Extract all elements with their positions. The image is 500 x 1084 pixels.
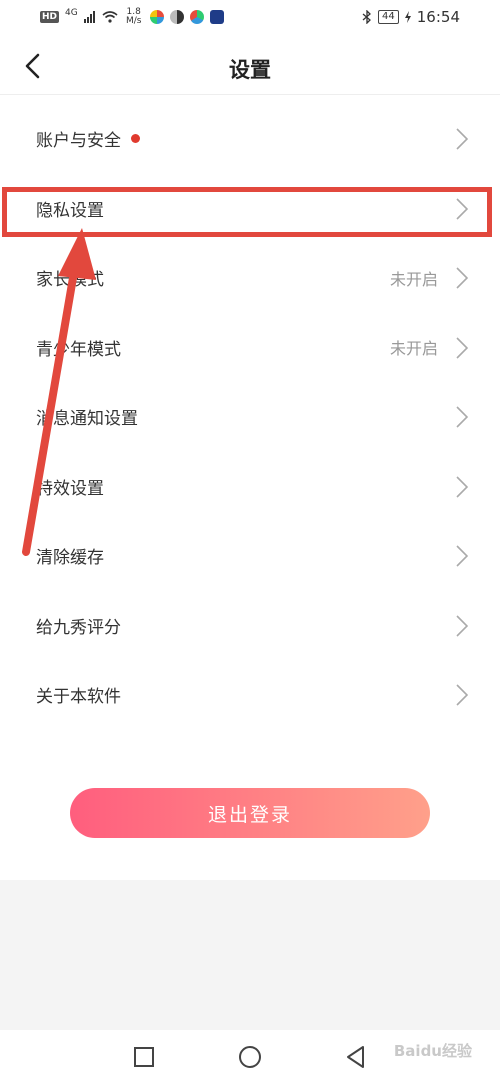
settings-item-label: 给九秀评分 [36,617,121,638]
status-left: HD 4G 1.8 M/s [40,8,224,26]
network-type: 4G [65,8,78,18]
chevron-right-icon [456,267,468,289]
page-title: 设置 [229,58,271,82]
settings-item-account-security[interactable]: 账户与安全 [0,104,500,174]
settings-item-label: 隐私设置 [36,200,104,221]
settings-item-label: 特效设置 [36,478,104,499]
settings-item-label: 关于本软件 [36,687,121,708]
settings-item-about[interactable]: 关于本软件 [0,660,500,730]
chevron-right-icon [456,475,468,498]
settings-item-status: 未开启 [389,269,438,289]
battery-level: 44 [378,10,399,24]
chevron-right-icon [456,406,468,428]
bluetooth-icon [362,10,371,24]
settings-item-status: 未开启 [389,339,438,359]
chevron-right-icon [456,684,468,706]
chevron-right-icon [456,336,468,359]
notification-dot [131,134,140,144]
settings-item-notifications[interactable]: 消息通知设置 [0,382,500,452]
chevron-right-icon [456,197,468,220]
settings-item-parent-mode[interactable]: 家长模式 未开启 [0,243,500,313]
settings-list: 账户与安全 隐私设置 家长模式 未开启 青少年模式 未开启 消息通知设置 特效设… [0,104,500,730]
app-notification-icon [189,10,204,24]
settings-item-label: 清除缓存 [36,548,104,569]
back-nav-icon[interactable] [343,1044,369,1070]
speed-unit: M/s [125,16,142,26]
app-notification-icon [149,10,164,24]
settings-item-label: 青少年模式 [36,339,121,360]
settings-item-rate-app[interactable]: 给九秀评分 [0,591,500,661]
signal-icon [83,11,95,23]
settings-item-youth-mode[interactable]: 青少年模式 未开启 [0,313,500,383]
nav-header: 设置 [0,38,500,95]
chevron-right-icon [456,128,468,150]
wifi-icon [102,11,118,23]
status-bar: HD 4G 1.8 M/s 44 16:54 [0,0,500,38]
logout-button[interactable]: 退出登录 [70,788,430,838]
settings-item-privacy[interactable]: 隐私设置 [0,174,500,244]
recent-apps-icon[interactable] [131,1044,157,1070]
app-notification-icon [209,10,224,24]
settings-item-label: 账户与安全 [36,131,121,152]
chevron-right-icon [456,545,468,567]
watermark: Baidu经验 [393,1042,472,1060]
charging-icon [404,11,411,23]
status-right: 44 16:54 [362,8,460,26]
network-speed: 1.8 M/s [124,8,144,26]
home-icon[interactable] [237,1044,263,1070]
clock: 16:54 [416,8,460,26]
settings-item-label: 家长模式 [36,270,104,291]
footer-background [0,880,500,1030]
hd-badge: HD [40,11,60,23]
settings-item-label: 消息通知设置 [36,409,138,430]
app-notification-icon [169,10,184,24]
chevron-right-icon [456,614,468,637]
settings-item-clear-cache[interactable]: 清除缓存 [0,521,500,591]
settings-item-effects[interactable]: 特效设置 [0,452,500,522]
